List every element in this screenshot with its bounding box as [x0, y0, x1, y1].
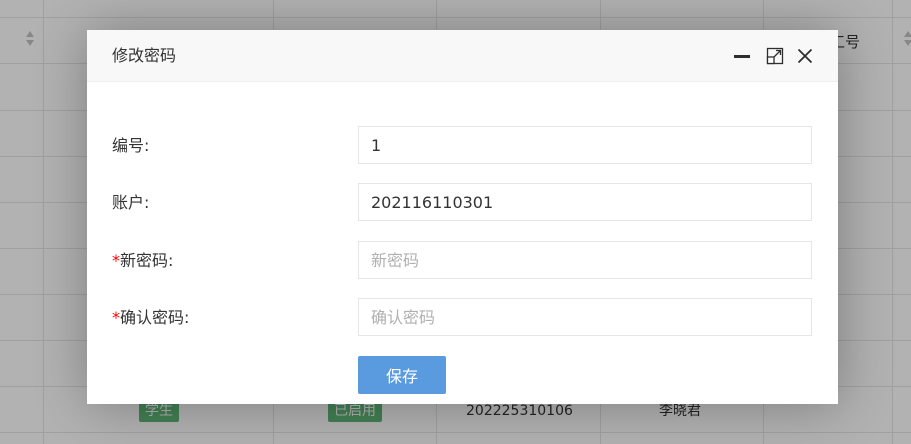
form-row-confirm-password: *确认密码:: [87, 298, 838, 338]
form-row-new-password: *新密码:: [87, 241, 838, 281]
save-button[interactable]: 保存: [358, 356, 446, 394]
required-mark: *: [112, 251, 120, 270]
form-row-id: 编号:: [87, 126, 838, 166]
account-field[interactable]: [358, 183, 812, 221]
maximize-icon[interactable]: [765, 46, 785, 66]
id-field[interactable]: [358, 126, 812, 164]
change-password-dialog: 修改密码 编号: 账户: *新密码: *确认密码: 保存: [87, 30, 838, 404]
account-label: 账户:: [112, 193, 150, 212]
new-password-label: *新密码:: [112, 251, 174, 270]
minimize-icon[interactable]: [732, 46, 752, 66]
confirm-password-label: *确认密码:: [112, 308, 190, 327]
dialog-header: 修改密码: [87, 30, 838, 82]
form-row-account: 账户:: [87, 183, 838, 223]
new-password-field[interactable]: [358, 241, 812, 279]
confirm-password-field[interactable]: [358, 298, 812, 336]
id-label: 编号:: [112, 136, 150, 155]
close-icon[interactable]: [795, 46, 815, 66]
required-mark: *: [112, 308, 120, 327]
dialog-title: 修改密码: [112, 46, 177, 65]
